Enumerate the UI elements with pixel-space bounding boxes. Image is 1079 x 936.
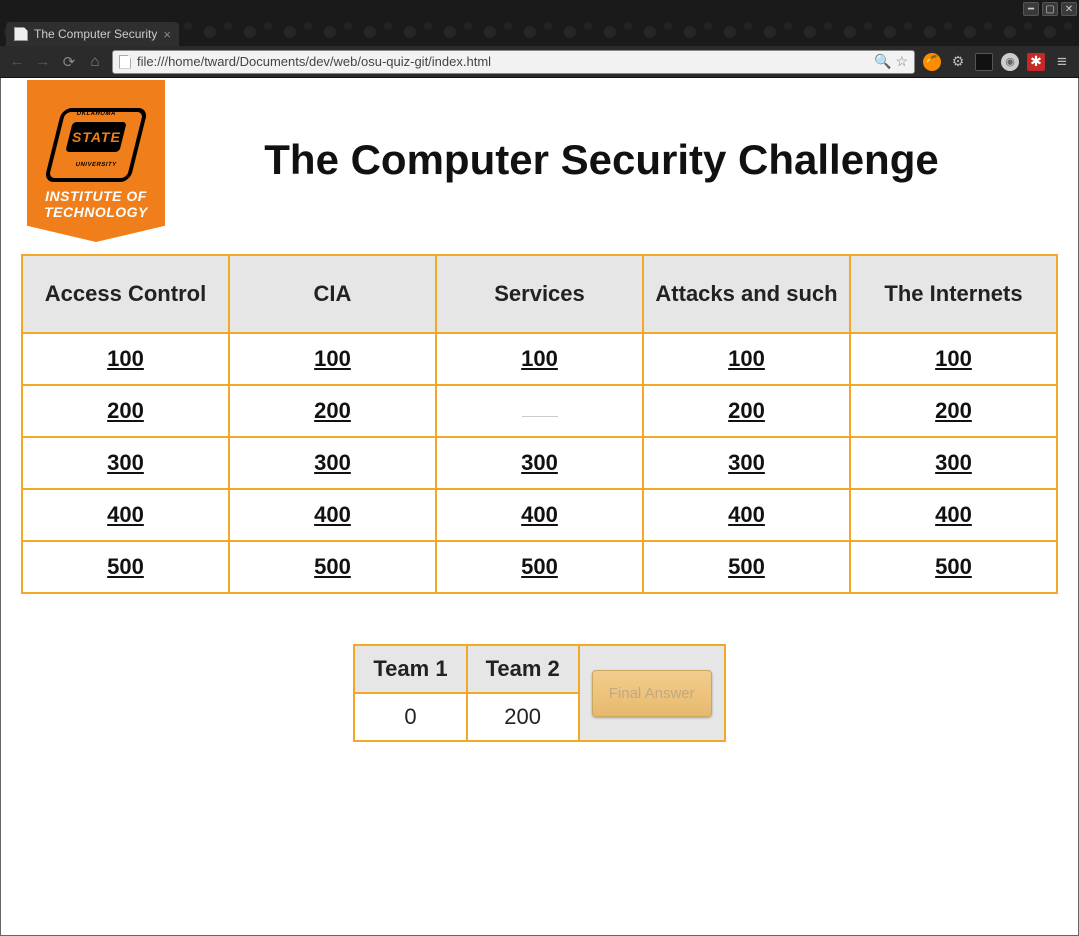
question-link[interactable]: 100 <box>728 346 765 371</box>
question-cell[interactable]: 400 <box>850 489 1057 541</box>
reload-button[interactable]: ⟳ <box>60 53 78 71</box>
category-header: Access Control <box>22 255 229 333</box>
game-board: Access ControlCIAServicesAttacks and suc… <box>21 254 1058 594</box>
question-link[interactable]: 400 <box>935 502 972 527</box>
tab-title: The Computer Security <box>34 27 157 41</box>
hamburger-menu-icon[interactable]: ≡ <box>1053 53 1071 71</box>
question-link[interactable]: 500 <box>728 554 765 579</box>
question-cell[interactable]: 200 <box>850 385 1057 437</box>
question-cell: 200 <box>436 385 643 437</box>
extension-icon-2[interactable] <box>975 53 993 71</box>
question-link[interactable]: 200 <box>314 398 351 423</box>
question-cell[interactable]: 100 <box>22 333 229 385</box>
question-link[interactable]: 300 <box>314 450 351 475</box>
question-link[interactable]: 500 <box>521 554 558 579</box>
question-link[interactable]: 500 <box>314 554 351 579</box>
question-link[interactable]: 400 <box>728 502 765 527</box>
browser-toolbar: ← → ⟳ ⌂ file:///home/tward/Documents/dev… <box>0 46 1079 78</box>
question-cell[interactable]: 300 <box>229 437 436 489</box>
question-link[interactable]: 300 <box>728 450 765 475</box>
page-viewport: OKLAHOMA STATE UNIVERSITY INSTITUTE OFTE… <box>0 78 1079 936</box>
extension-icon-3[interactable]: ✱ <box>1027 53 1045 71</box>
category-header: CIA <box>229 255 436 333</box>
question-link[interactable]: 100 <box>935 346 972 371</box>
logo-main-text: STATE <box>72 129 121 145</box>
team-header: Team 2 <box>467 645 579 693</box>
bookmark-star-icon[interactable]: ☆ <box>895 53 908 70</box>
tab-close-icon[interactable]: × <box>163 27 171 42</box>
browser-tabbar: The Computer Security × <box>0 18 1079 46</box>
browser-tab[interactable]: The Computer Security × <box>6 22 179 46</box>
window-minimize-button[interactable]: ━ <box>1023 2 1039 16</box>
question-cell[interactable]: 400 <box>643 489 850 541</box>
question-link[interactable]: 400 <box>314 502 351 527</box>
question-cell[interactable]: 300 <box>22 437 229 489</box>
question-cell[interactable]: 300 <box>643 437 850 489</box>
question-cell[interactable]: 400 <box>22 489 229 541</box>
question-link[interactable]: 200 <box>935 398 972 423</box>
question-link[interactable]: 500 <box>107 554 144 579</box>
question-cell[interactable]: 100 <box>436 333 643 385</box>
extension-shield-icon[interactable]: ◉ <box>1001 53 1019 71</box>
question-cell[interactable]: 100 <box>643 333 850 385</box>
question-link[interactable]: 100 <box>521 346 558 371</box>
final-answer-cell: Final Answer <box>579 645 725 741</box>
question-cell[interactable]: 500 <box>229 541 436 593</box>
question-cell[interactable]: 200 <box>229 385 436 437</box>
question-cell[interactable]: 300 <box>850 437 1057 489</box>
back-button[interactable]: ← <box>8 53 26 71</box>
category-header: The Internets <box>850 255 1057 333</box>
window-close-button[interactable]: ✕ <box>1061 2 1077 16</box>
page-icon <box>14 27 28 41</box>
question-cell[interactable]: 100 <box>229 333 436 385</box>
question-link[interactable]: 100 <box>107 346 144 371</box>
question-link[interactable]: 200 <box>728 398 765 423</box>
question-link[interactable]: 100 <box>314 346 351 371</box>
home-button[interactable]: ⌂ <box>86 53 104 71</box>
logo-top-text: OKLAHOMA <box>52 111 139 117</box>
extension-icon-1[interactable]: 🍊 <box>923 53 941 71</box>
team-score: 200 <box>467 693 579 741</box>
forward-button[interactable]: → <box>34 53 52 71</box>
question-cell[interactable]: 300 <box>436 437 643 489</box>
question-cell[interactable]: 400 <box>436 489 643 541</box>
question-cell[interactable]: 400 <box>229 489 436 541</box>
page-title: The Computer Security Challenge <box>165 136 1058 184</box>
question-link[interactable]: 500 <box>935 554 972 579</box>
window-maximize-button[interactable]: ▢ <box>1042 2 1058 16</box>
question-cell[interactable]: 200 <box>22 385 229 437</box>
url-bar[interactable]: file:///home/tward/Documents/dev/web/osu… <box>112 50 915 74</box>
logo-bottom-text: UNIVERSITY <box>52 162 139 168</box>
question-link[interactable]: 300 <box>107 450 144 475</box>
question-cell[interactable]: 500 <box>850 541 1057 593</box>
category-header: Attacks and such <box>643 255 850 333</box>
team-score: 0 <box>354 693 466 741</box>
settings-gear-icon[interactable]: ⚙ <box>949 53 967 71</box>
question-link: 200 <box>522 416 558 418</box>
score-table: Team 1Team 2 Final Answer 0200 <box>353 644 725 742</box>
file-icon <box>119 55 131 69</box>
question-cell[interactable]: 200 <box>643 385 850 437</box>
team-header: Team 1 <box>354 645 466 693</box>
zoom-icon[interactable]: 🔍 <box>874 53 891 70</box>
osu-banner-logo: OKLAHOMA STATE UNIVERSITY INSTITUTE OFTE… <box>27 80 165 242</box>
question-cell[interactable]: 500 <box>643 541 850 593</box>
category-header: Services <box>436 255 643 333</box>
question-link[interactable]: 200 <box>107 398 144 423</box>
page-header: OKLAHOMA STATE UNIVERSITY INSTITUTE OFTE… <box>1 78 1078 242</box>
final-answer-button[interactable]: Final Answer <box>592 670 712 717</box>
question-cell[interactable]: 500 <box>436 541 643 593</box>
question-cell[interactable]: 100 <box>850 333 1057 385</box>
question-link[interactable]: 300 <box>935 450 972 475</box>
question-link[interactable]: 400 <box>521 502 558 527</box>
banner-subtitle: INSTITUTE OFTECHNOLOGY <box>44 188 148 220</box>
question-link[interactable]: 300 <box>521 450 558 475</box>
osu-shield-icon: OKLAHOMA STATE UNIVERSITY <box>53 108 139 182</box>
question-cell[interactable]: 500 <box>22 541 229 593</box>
url-text: file:///home/tward/Documents/dev/web/osu… <box>137 54 870 69</box>
question-link[interactable]: 400 <box>107 502 144 527</box>
window-titlebar: ━ ▢ ✕ <box>0 0 1079 18</box>
